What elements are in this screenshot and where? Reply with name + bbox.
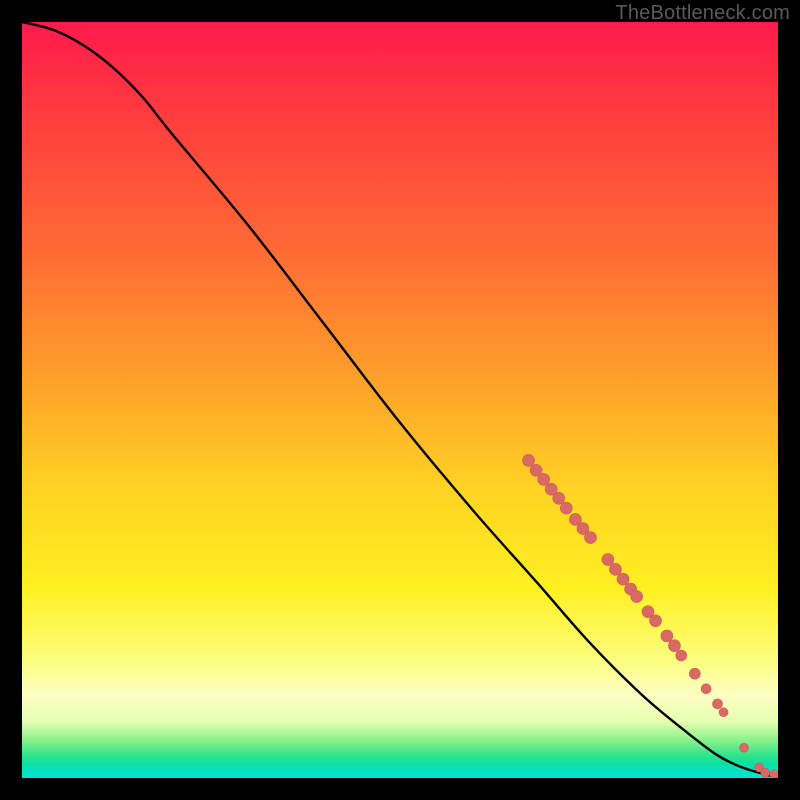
data-point	[650, 615, 662, 627]
data-point	[631, 591, 643, 603]
data-point	[739, 743, 748, 752]
data-point	[553, 492, 565, 504]
data-point	[701, 684, 711, 694]
data-point	[719, 708, 728, 717]
data-point	[609, 563, 621, 575]
data-point	[761, 768, 770, 777]
chart-stage: TheBottleneck.com	[0, 0, 800, 800]
data-point	[770, 770, 778, 778]
data-point	[523, 454, 535, 466]
data-point	[661, 630, 673, 642]
data-point	[602, 554, 614, 566]
data-point	[668, 640, 680, 652]
data-point	[538, 473, 550, 485]
data-point	[689, 668, 700, 679]
scatter-group	[523, 454, 778, 778]
data-point	[713, 699, 723, 709]
chart-svg	[22, 22, 778, 778]
curve-path	[22, 22, 778, 776]
data-point	[560, 502, 572, 514]
data-point	[617, 573, 629, 585]
data-point	[676, 650, 687, 661]
plot-area	[22, 22, 778, 778]
data-point	[585, 532, 597, 544]
